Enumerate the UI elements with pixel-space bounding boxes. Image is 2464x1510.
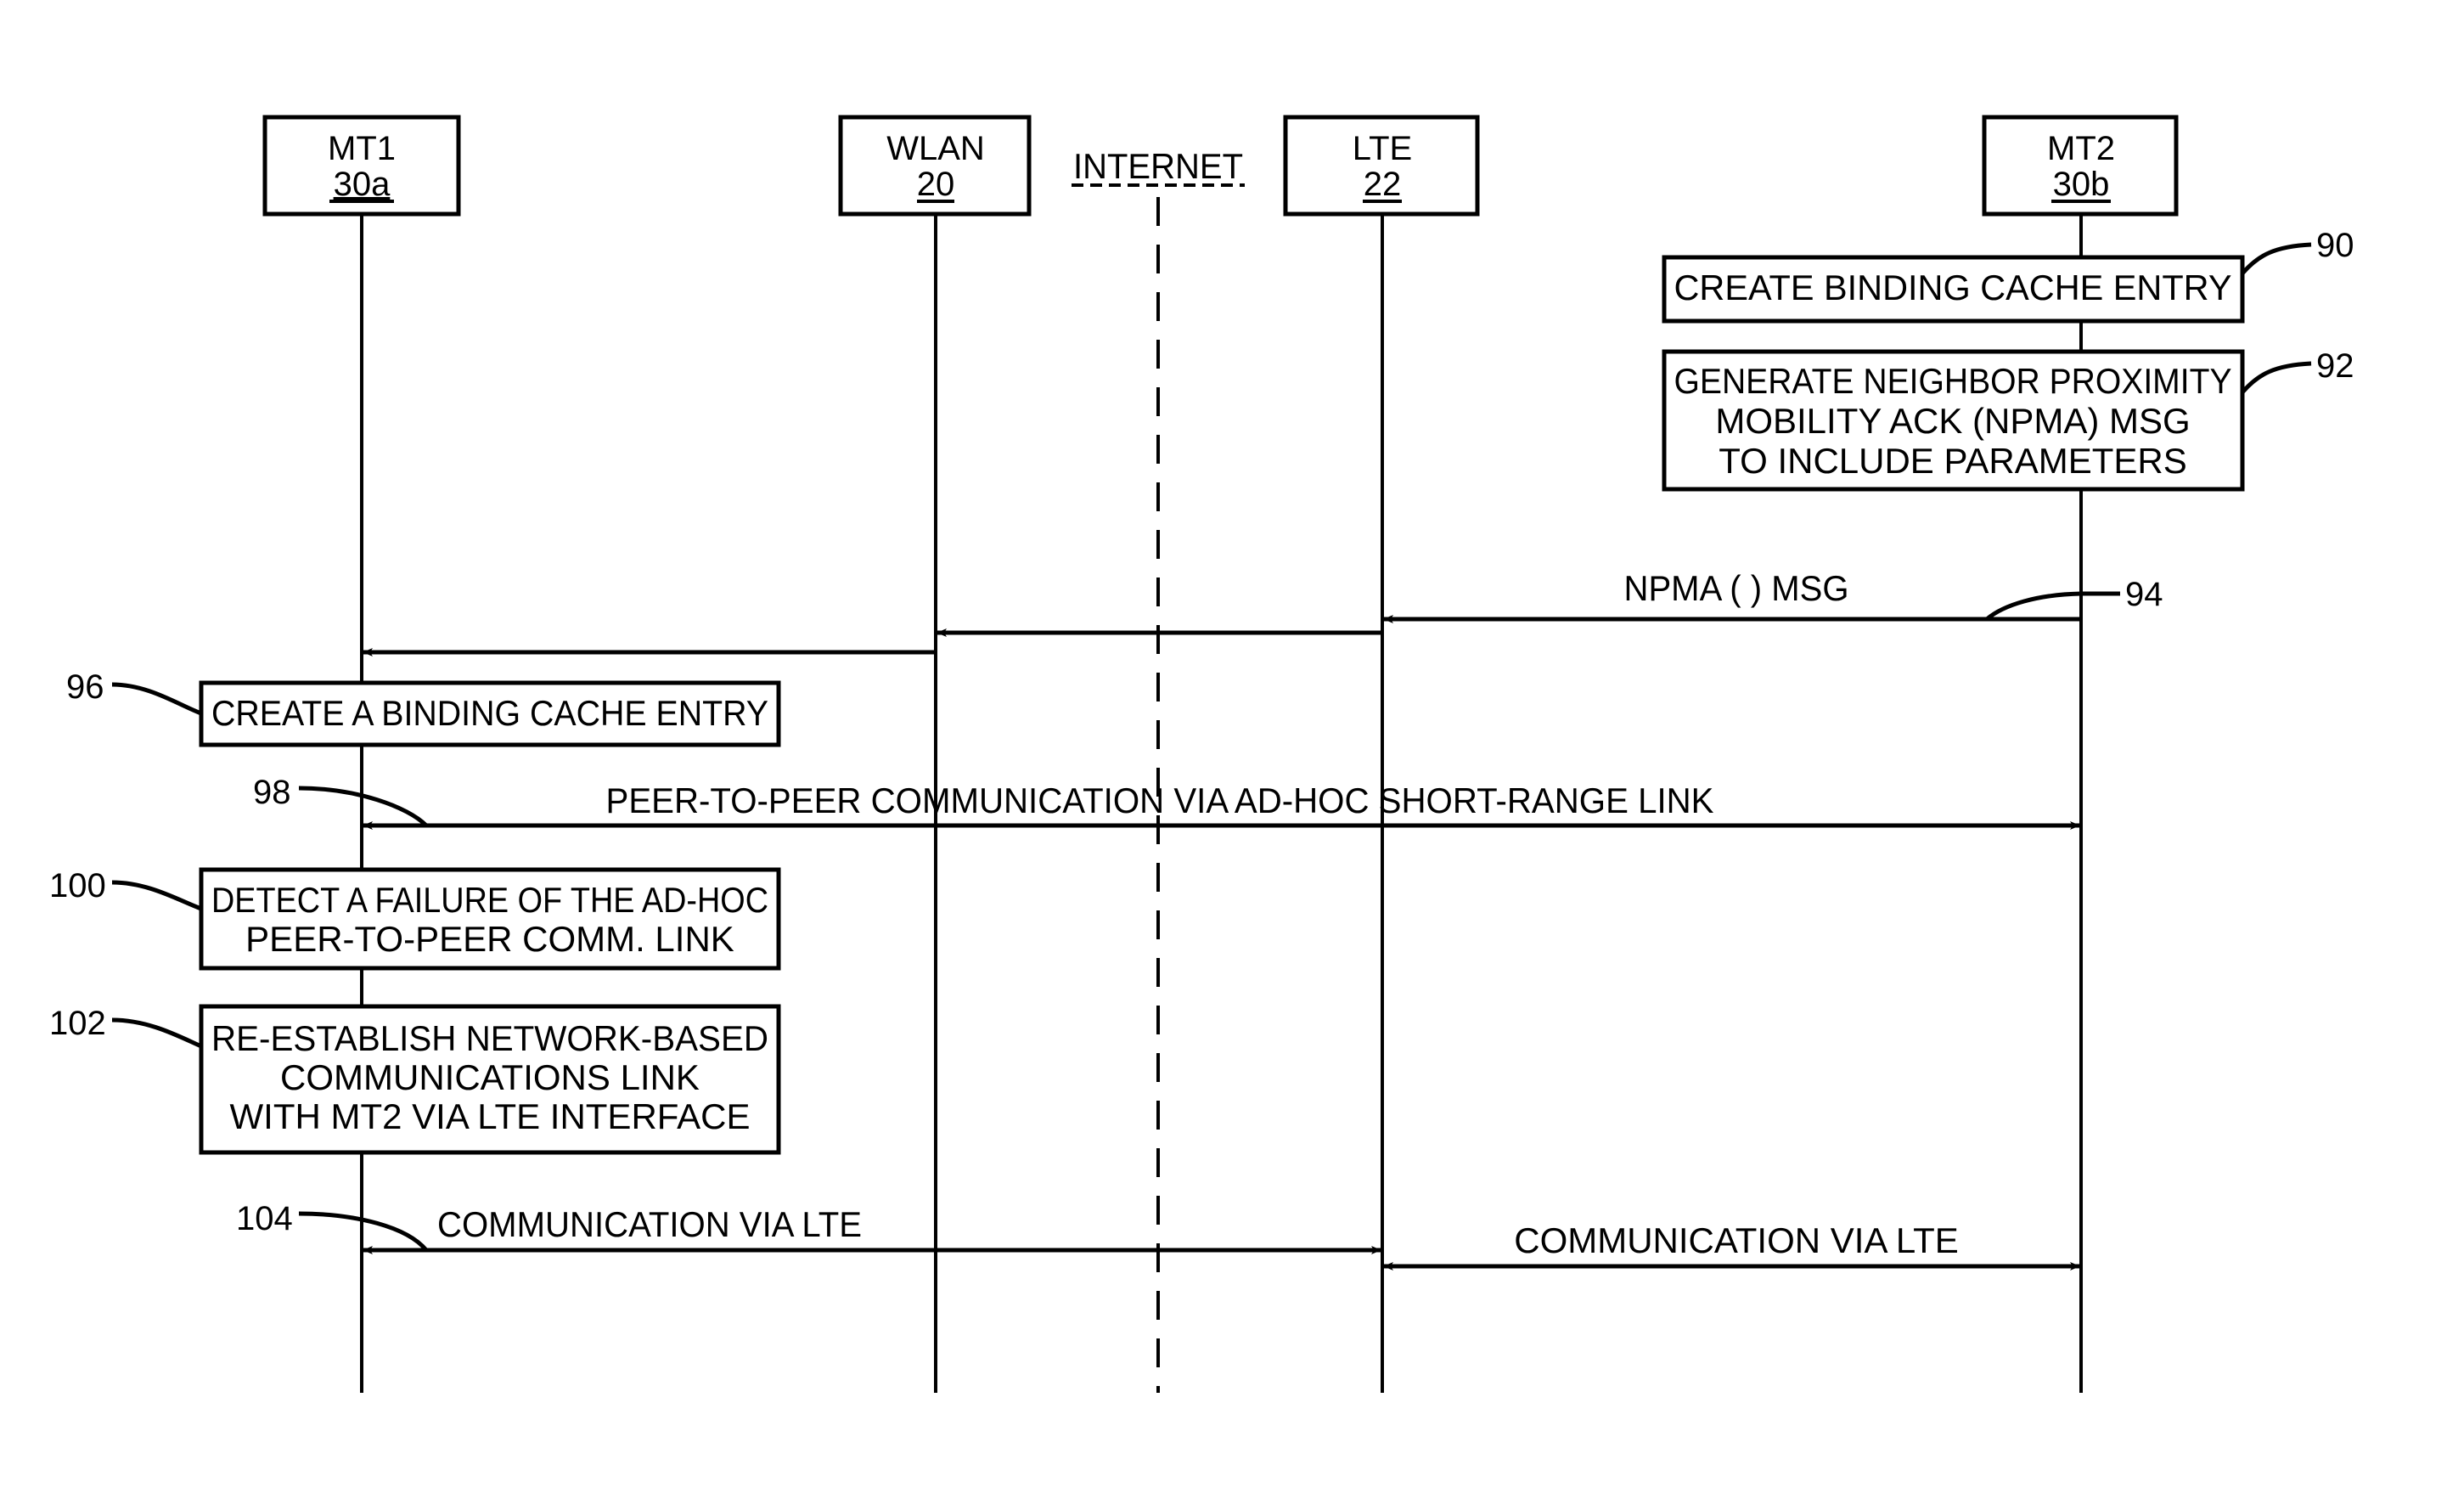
step-text: MOBILITY ACK (NPMA) MSG xyxy=(1715,401,2190,441)
step-text: GENERATE NEIGHBOR PROXIMITY xyxy=(1674,361,2232,401)
ref-number: 96 xyxy=(66,668,104,706)
entity-mt1: MT1 30a xyxy=(262,115,461,217)
entity-ref: 30b xyxy=(2053,166,2110,203)
step-text: RE-ESTABLISH NETWORK-BASED xyxy=(211,1018,768,1058)
leader-line xyxy=(2241,361,2312,394)
message-label: NPMA ( ) MSG xyxy=(1624,568,1849,608)
step-text: PEER-TO-PEER COMM. LINK xyxy=(245,919,734,959)
step-text: TO INCLUDE PARAMETERS xyxy=(1719,441,2187,481)
entity-name: LTE xyxy=(1353,130,1412,167)
message-104: COMMUNICATION VIA LTE 104 xyxy=(236,1200,1381,1254)
step-text: DETECT A FAILURE OF THE AD-HOC xyxy=(211,880,768,920)
step-92: GENERATE NEIGHBOR PROXIMITY MOBILITY ACK… xyxy=(1662,347,2354,492)
leader-line xyxy=(111,1017,203,1049)
entity-ref: 20 xyxy=(917,166,955,203)
ref-number: 90 xyxy=(2316,227,2354,264)
ref-number: 100 xyxy=(49,867,106,904)
leader-line xyxy=(111,880,202,911)
entity-name: WLAN xyxy=(886,130,985,167)
message-label: PEER-TO-PEER COMMUNICATION VIA AD-HOC SH… xyxy=(606,780,1714,820)
message-label: COMMUNICATION VIA LTE xyxy=(437,1204,862,1244)
step-96: CREATE A BINDING CACHE ENTRY 96 xyxy=(66,668,781,747)
ref-number: 94 xyxy=(2125,576,2163,613)
message-label: COMMUNICATION VIA LTE xyxy=(1514,1220,1958,1260)
leader-line xyxy=(2241,242,2312,275)
ref-number: 92 xyxy=(2316,347,2354,385)
entity-mt2: MT2 30b xyxy=(1982,115,2179,217)
step-100: DETECT A FAILURE OF THE AD-HOC PEER-TO-P… xyxy=(49,867,781,971)
message-94: NPMA ( ) MSG 94 xyxy=(363,568,2163,656)
entity-name: MT1 xyxy=(328,130,396,167)
step-text: COMMUNICATIONS LINK xyxy=(280,1057,700,1097)
message-lte-mt2: COMMUNICATION VIA LTE xyxy=(1383,1220,2080,1271)
step-102: RE-ESTABLISH NETWORK-BASED COMMUNICATION… xyxy=(49,1004,781,1155)
internet-label: INTERNET xyxy=(1072,146,1245,187)
sequence-diagram: MT1 30a WLAN 20 LTE 22 MT2 30b INTERNET … xyxy=(49,115,2354,1393)
step-90: CREATE BINDING CACHE ENTRY 90 xyxy=(1662,227,2354,324)
ref-number: 102 xyxy=(49,1005,106,1042)
internet-text: INTERNET xyxy=(1073,146,1243,186)
entity-lte: LTE 22 xyxy=(1283,115,1480,217)
leader-line xyxy=(111,682,202,716)
step-text: CREATE A BINDING CACHE ENTRY xyxy=(211,693,768,733)
entity-name: MT2 xyxy=(2047,130,2115,167)
ref-number: 104 xyxy=(236,1200,293,1237)
entity-ref: 22 xyxy=(1364,166,1402,203)
leader-line xyxy=(1985,591,2120,621)
message-98: PEER-TO-PEER COMMUNICATION VIA AD-HOC SH… xyxy=(253,774,2080,830)
entity-ref: 30a xyxy=(334,166,391,203)
entity-wlan: WLAN 20 xyxy=(838,115,1032,217)
step-text: CREATE BINDING CACHE ENTRY xyxy=(1674,268,2232,307)
ref-number: 98 xyxy=(253,774,291,811)
step-text: WITH MT2 VIA LTE INTERFACE xyxy=(230,1096,751,1136)
